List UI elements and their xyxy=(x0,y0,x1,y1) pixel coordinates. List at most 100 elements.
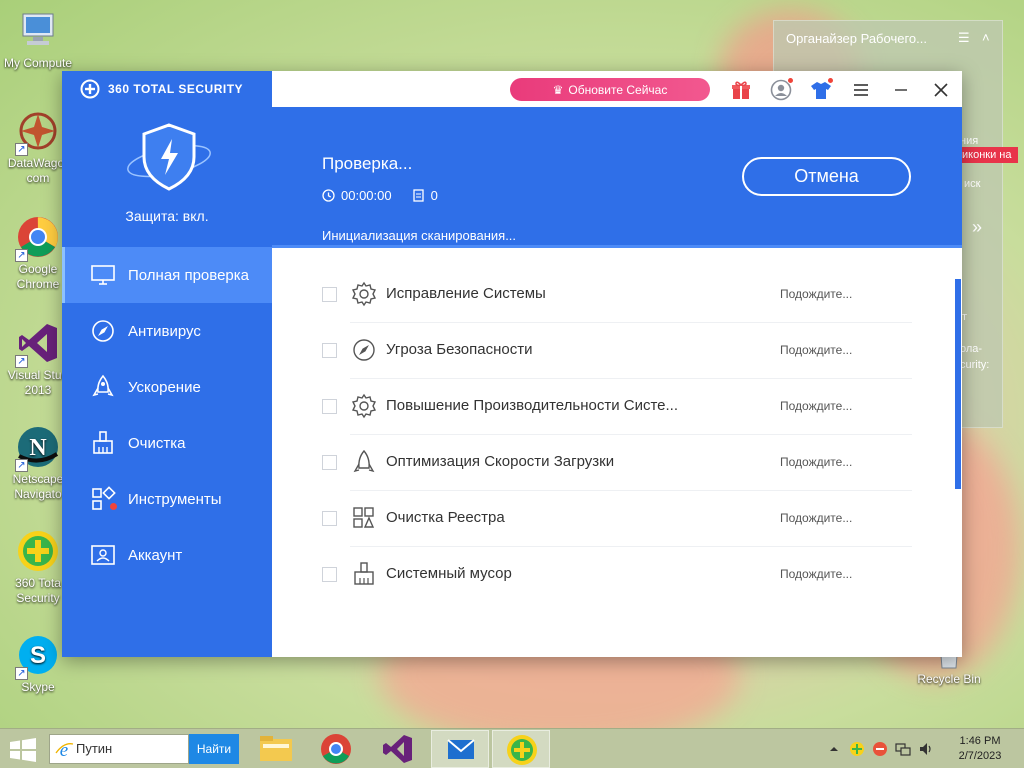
show-hidden-icons-icon[interactable] xyxy=(826,741,842,757)
taskbar-search-button[interactable]: Найти xyxy=(189,734,239,764)
taskbar-mail[interactable] xyxy=(431,730,489,768)
network-icon[interactable] xyxy=(895,741,911,757)
list-scrollbar[interactable] xyxy=(955,279,961,489)
nav-label: Очистка xyxy=(128,434,186,452)
nav-item-speedup[interactable]: Ускорение xyxy=(62,359,272,415)
menu-icon[interactable] xyxy=(850,79,872,101)
scan-item-checkbox[interactable] xyxy=(322,455,337,470)
taskbar-clock[interactable]: 1:46 PM 2/7/2023 xyxy=(950,734,1010,764)
visual-studio-icon xyxy=(383,735,412,763)
scan-item-checkbox[interactable] xyxy=(322,343,337,358)
scan-item-row: Исправление Системы Подождите... xyxy=(272,267,912,323)
scan-item-label: Оптимизация Скорости Загрузки xyxy=(386,453,615,470)
chrome-icon xyxy=(321,734,351,764)
volume-icon[interactable] xyxy=(918,741,934,757)
scan-item-label: Системный мусор xyxy=(386,565,512,582)
scan-item-row: Оптимизация Скорости Загрузки Подождите.… xyxy=(272,435,912,491)
taskbar-search-input[interactable] xyxy=(76,741,184,756)
protection-status: Защита: вкл. xyxy=(125,208,209,224)
alert-tray-icon[interactable] xyxy=(872,741,888,757)
skin-shirt-icon[interactable] xyxy=(810,77,834,101)
organizer-title: Органайзер Рабочего... xyxy=(786,31,927,46)
scanned-files-count: 0 xyxy=(430,188,438,203)
datawagon-icon: ↗ xyxy=(15,108,61,156)
grid-icon xyxy=(90,486,117,512)
shortcut-arrow-icon: ↗ xyxy=(15,249,28,262)
scan-title: Проверка... xyxy=(322,154,413,173)
svg-text:N: N xyxy=(29,435,47,461)
scan-items-list: Исправление Системы Подождите... Угроза … xyxy=(272,250,954,657)
scan-item-label: Очистка Реестра xyxy=(386,509,505,526)
nav-item-full-scan[interactable]: Полная проверка xyxy=(62,247,272,303)
desktop-icon-my-computer[interactable]: My Compute xyxy=(3,8,73,71)
scan-item-status: Подождите... xyxy=(780,287,853,301)
close-icon[interactable] xyxy=(930,79,952,101)
broom-icon xyxy=(350,560,378,588)
organizer-expand-icon[interactable]: » xyxy=(972,217,982,238)
notification-dot xyxy=(827,77,834,84)
scan-item-checkbox[interactable] xyxy=(322,511,337,526)
nav-label: Полная проверка xyxy=(128,266,249,284)
elapsed-time: 00:00:00 xyxy=(341,188,392,203)
nav-item-antivirus[interactable]: Антивирус xyxy=(62,303,272,359)
shortcut-arrow-icon: ↗ xyxy=(15,667,28,680)
gear-icon xyxy=(350,392,378,420)
nav-item-tools[interactable]: Инструменты xyxy=(62,471,272,527)
notification-dot xyxy=(110,503,117,510)
360-tray-icon[interactable] xyxy=(849,741,865,757)
chevron-up-icon[interactable]: ˄ xyxy=(982,30,990,45)
organizer-text-fragment: ния xyxy=(960,135,979,147)
360-security-icon xyxy=(15,528,61,574)
scan-item-label: Угроза Безопасности xyxy=(386,341,533,358)
organizer-text-fragment: curity: xyxy=(960,359,990,371)
cancel-button[interactable]: Отмена xyxy=(742,157,911,196)
scan-item-checkbox[interactable] xyxy=(322,567,337,582)
mail-icon xyxy=(447,739,475,759)
scan-item-status: Подождите... xyxy=(780,343,853,357)
scan-item-checkbox[interactable] xyxy=(322,399,337,414)
taskbar-search-box[interactable]: e xyxy=(49,734,189,764)
upgrade-label: Обновите Сейчас xyxy=(568,82,668,97)
compass-icon xyxy=(90,318,116,344)
scan-item-status: Подождите... xyxy=(780,511,853,525)
system-tray xyxy=(826,741,934,757)
start-button[interactable] xyxy=(8,738,38,762)
clock-time: 1:46 PM xyxy=(959,735,1001,747)
taskbar: e Найти 1:46 PM 2/7/2023 xyxy=(0,728,1024,768)
scan-item-status: Подождите... xyxy=(780,567,853,581)
folder-icon xyxy=(260,736,292,761)
rocket-icon xyxy=(350,448,378,476)
nav-item-account[interactable]: Аккаунт xyxy=(62,527,272,583)
nav-label: Аккаунт xyxy=(128,546,183,564)
taskbar-chrome[interactable] xyxy=(307,730,365,768)
taskbar-360-total-security[interactable] xyxy=(492,730,550,768)
skype-icon: S ↗ xyxy=(15,632,61,680)
scan-meta: 00:00:00 0 xyxy=(322,188,438,203)
scan-item-checkbox[interactable] xyxy=(322,287,337,302)
clock-icon xyxy=(322,189,335,202)
upgrade-button[interactable]: ♛ Обновите Сейчас xyxy=(510,78,710,101)
gift-icon[interactable] xyxy=(730,79,752,101)
minimize-icon[interactable] xyxy=(890,79,912,101)
360-security-icon xyxy=(507,735,537,765)
nav-item-cleanup[interactable]: Очистка xyxy=(62,415,272,471)
svg-text:e: e xyxy=(60,740,68,760)
nav-label: Инструменты xyxy=(128,490,222,508)
360-logo-icon xyxy=(80,79,100,99)
brand-logo: 360 TOTAL SECURITY xyxy=(80,79,243,99)
scan-item-row: Очистка Реестра Подождите... xyxy=(272,491,912,547)
scan-panel: Проверка... 00:00:00 0 Инициализация ска… xyxy=(272,107,962,248)
sidebar: 360 TOTAL SECURITY Защита: вкл. Полная п… xyxy=(62,71,272,657)
shortcut-arrow-icon: ↗ xyxy=(15,459,28,472)
scan-item-row: Системный мусор Подождите... xyxy=(272,547,912,603)
app-window-360-total-security: 360 TOTAL SECURITY Защита: вкл. Полная п… xyxy=(62,71,962,657)
windows-logo-icon xyxy=(10,738,36,762)
shield-icon xyxy=(124,121,214,196)
taskbar-file-explorer[interactable] xyxy=(247,730,305,768)
taskbar-visual-studio[interactable] xyxy=(369,730,427,768)
scan-item-row: Повышение Производительности Систе... По… xyxy=(272,379,912,435)
user-avatar-icon[interactable] xyxy=(770,77,794,101)
compass-icon xyxy=(350,336,378,364)
menu-icon[interactable]: ☰ xyxy=(958,30,970,46)
nav-label: Ускорение xyxy=(128,378,201,396)
